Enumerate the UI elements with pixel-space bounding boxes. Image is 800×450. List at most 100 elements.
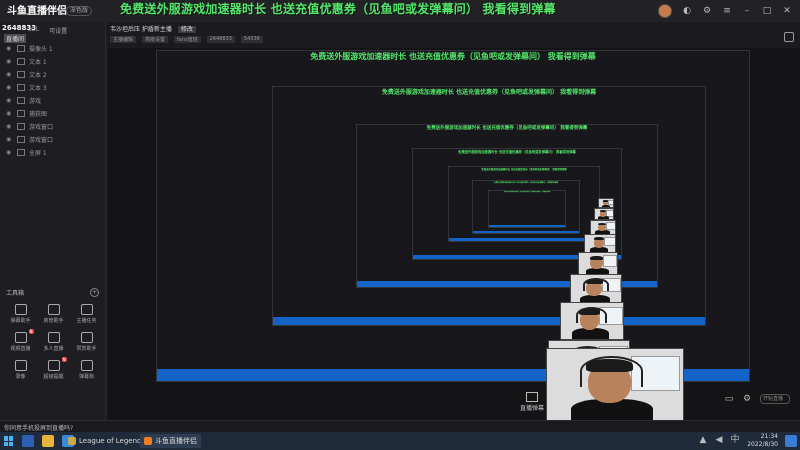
tag[interactable]: 高级设置	[142, 36, 169, 43]
tag[interactable]: 主播编辑	[110, 36, 137, 43]
eye-icon[interactable]: ◉	[6, 71, 13, 78]
tool-room-admin[interactable]: 房管助手	[37, 304, 70, 324]
tab-lol[interactable]: LOL	[28, 26, 39, 35]
left-panel: 2648833 直播间 LOL 可设置 ◉ 摄像头 1 ◉ 文本 1 ◉ 文本 2 ◉…	[0, 22, 106, 420]
scene-item[interactable]: ◉ 游戏	[0, 94, 105, 107]
tool-video-live[interactable]: N 视频直播	[4, 329, 37, 352]
window-controls: ◐ ⚙ ≡ – □ ✕	[658, 4, 792, 18]
shield-icon	[47, 304, 60, 315]
clock[interactable]: 21:34 2022/8/30	[747, 433, 778, 449]
close-icon[interactable]: ✕	[782, 6, 792, 16]
minimize-icon[interactable]: –	[742, 6, 752, 16]
window-icon	[17, 123, 25, 130]
task-icon	[80, 304, 93, 315]
maximize-icon[interactable]: □	[762, 6, 772, 16]
theme-badge[interactable]: 深色版	[66, 6, 93, 16]
eye-icon[interactable]: ◉	[6, 123, 13, 130]
scene-label: 捕获图	[29, 111, 48, 118]
scene-label: 文本 2	[29, 72, 47, 79]
folder-icon[interactable]	[42, 435, 54, 447]
eye-icon[interactable]: ◉	[6, 149, 13, 156]
scene-item[interactable]: ◉ 文本 1	[0, 55, 105, 68]
windows-start-icon[interactable]	[4, 436, 14, 446]
menu-icon[interactable]: ≡	[722, 6, 732, 16]
dog-icon	[80, 360, 93, 371]
network-icon[interactable]: ▲	[698, 435, 708, 445]
notification-icon[interactable]	[785, 435, 797, 447]
lol-icon	[68, 437, 76, 445]
capture-icon	[17, 110, 25, 117]
tool-super-alert[interactable]: N 超级提醒	[37, 357, 70, 380]
danmu-toggle-button[interactable]: 直播弹幕	[520, 392, 544, 412]
search-icon[interactable]	[22, 435, 34, 447]
scene-label: 游戏窗口	[29, 137, 54, 144]
webcam-thumbnail	[560, 302, 624, 340]
taskbar-app-douyu[interactable]: 斗鱼直播伴侣	[140, 434, 201, 448]
tag: 2648833	[206, 36, 235, 43]
tool-streamer-tasks[interactable]: 主播任务	[70, 304, 103, 324]
danmu-icon	[526, 392, 538, 402]
eye-icon[interactable]: ◉	[6, 110, 13, 117]
settings-icon[interactable]: ⚙	[702, 6, 712, 16]
tool-multi-live[interactable]: 多人直播	[37, 332, 70, 352]
background-window	[605, 222, 615, 231]
tool-danmu-dog[interactable]: 弹幕狗	[70, 360, 103, 380]
tool-record[interactable]: 录像	[4, 360, 37, 380]
tab-settings[interactable]: 可设置	[49, 26, 67, 35]
scene-item[interactable]: ◉ 捕获图	[0, 107, 105, 120]
taskbar-app-lol[interactable]: League of Legends	[64, 434, 149, 448]
tool-label: 弹幕狗	[78, 374, 94, 380]
nested-banner-text: 免费送外服游戏加速器时长 也送充值优惠券（见鱼吧或发弹幕问） 我看得到弹幕	[503, 192, 551, 193]
headset-icon	[579, 356, 644, 387]
skin-icon[interactable]: ◐	[682, 6, 692, 16]
background-window	[603, 236, 615, 247]
scene-item[interactable]: ◉ 文本 2	[0, 68, 105, 81]
tag: fans值班	[174, 36, 201, 43]
text-icon	[17, 71, 25, 78]
scene-item[interactable]: ◉ 游戏窗口	[0, 120, 105, 133]
preview-stage[interactable]: 免费送外服游戏加速器时长 也送充值优惠券（见鱼吧或发弹幕问） 我看得到弹幕免费送…	[108, 48, 800, 422]
avatar[interactable]	[658, 4, 672, 18]
headset-icon	[575, 306, 608, 323]
start-live-field[interactable]: 开始直播	[760, 394, 790, 404]
scene-item[interactable]: ◉ 摄像头 1	[0, 42, 105, 55]
nested-taskbar	[449, 238, 599, 241]
tool-label: 房管助手	[43, 318, 64, 324]
webcam-thumbnail	[584, 234, 616, 253]
share-icon[interactable]	[784, 32, 794, 42]
tool-label: 弹幕助手	[10, 318, 31, 324]
ime-icon[interactable]: 中	[730, 435, 740, 445]
volume-icon[interactable]: ◀	[714, 435, 724, 445]
window-icon	[17, 136, 25, 143]
eye-icon[interactable]: ◉	[6, 97, 13, 104]
app-logo: 斗鱼直播伴侣	[7, 6, 67, 17]
hint-text[interactable]: 你同意手机投屏到直播吗?	[4, 423, 73, 432]
nested-taskbar	[273, 317, 705, 325]
scene-item[interactable]: ◉ 游戏窗口	[0, 133, 105, 146]
eye-icon[interactable]: ◉	[6, 136, 13, 143]
scene-label: 摄像头 1	[29, 46, 53, 53]
toolbox-add-icon[interactable]: +	[90, 288, 99, 297]
webcam-thumbnail	[594, 208, 614, 220]
webcam-thumbnail	[598, 198, 614, 208]
eye-icon[interactable]: ◉	[6, 84, 13, 91]
person-body	[598, 216, 610, 219]
edit-title-button[interactable]: 修改	[177, 26, 196, 33]
camera-icon	[17, 45, 25, 52]
eye-icon[interactable]: ◉	[6, 45, 13, 52]
settings-icon[interactable]: ⚙	[742, 394, 752, 404]
taskbar-app-label: 斗鱼直播伴侣	[155, 437, 197, 445]
scene-item[interactable]: ◉ 文本 3	[0, 81, 105, 94]
tool-label: 录像	[15, 374, 26, 380]
camera-icon[interactable]: ▭	[724, 394, 734, 404]
tool-danmu-assistant[interactable]: 弹幕助手	[4, 304, 37, 324]
tool-reward-assistant[interactable]: 赞赏助手	[70, 332, 103, 352]
nested-banner-text: 免费送外服游戏加速器时长 也送充值优惠券（见鱼吧或发弹幕问） 我看得到弹幕	[381, 89, 597, 96]
scene-item[interactable]: ◉ 全屏 1	[0, 146, 105, 159]
record-icon	[14, 360, 27, 371]
scene-list: ◉ 摄像头 1 ◉ 文本 1 ◉ 文本 2 ◉ 文本 3 ◉ 游戏 ◉ 捕获图 ◉ 游戏窗口 …	[0, 42, 105, 159]
text-icon	[17, 58, 25, 65]
video-icon: N	[14, 329, 34, 343]
toolbox-grid: 弹幕助手 房管助手 主播任务 N 视频直播 多人直播 赞赏助手 录像 N 超级提醒 …	[4, 304, 104, 380]
eye-icon[interactable]: ◉	[6, 58, 13, 65]
